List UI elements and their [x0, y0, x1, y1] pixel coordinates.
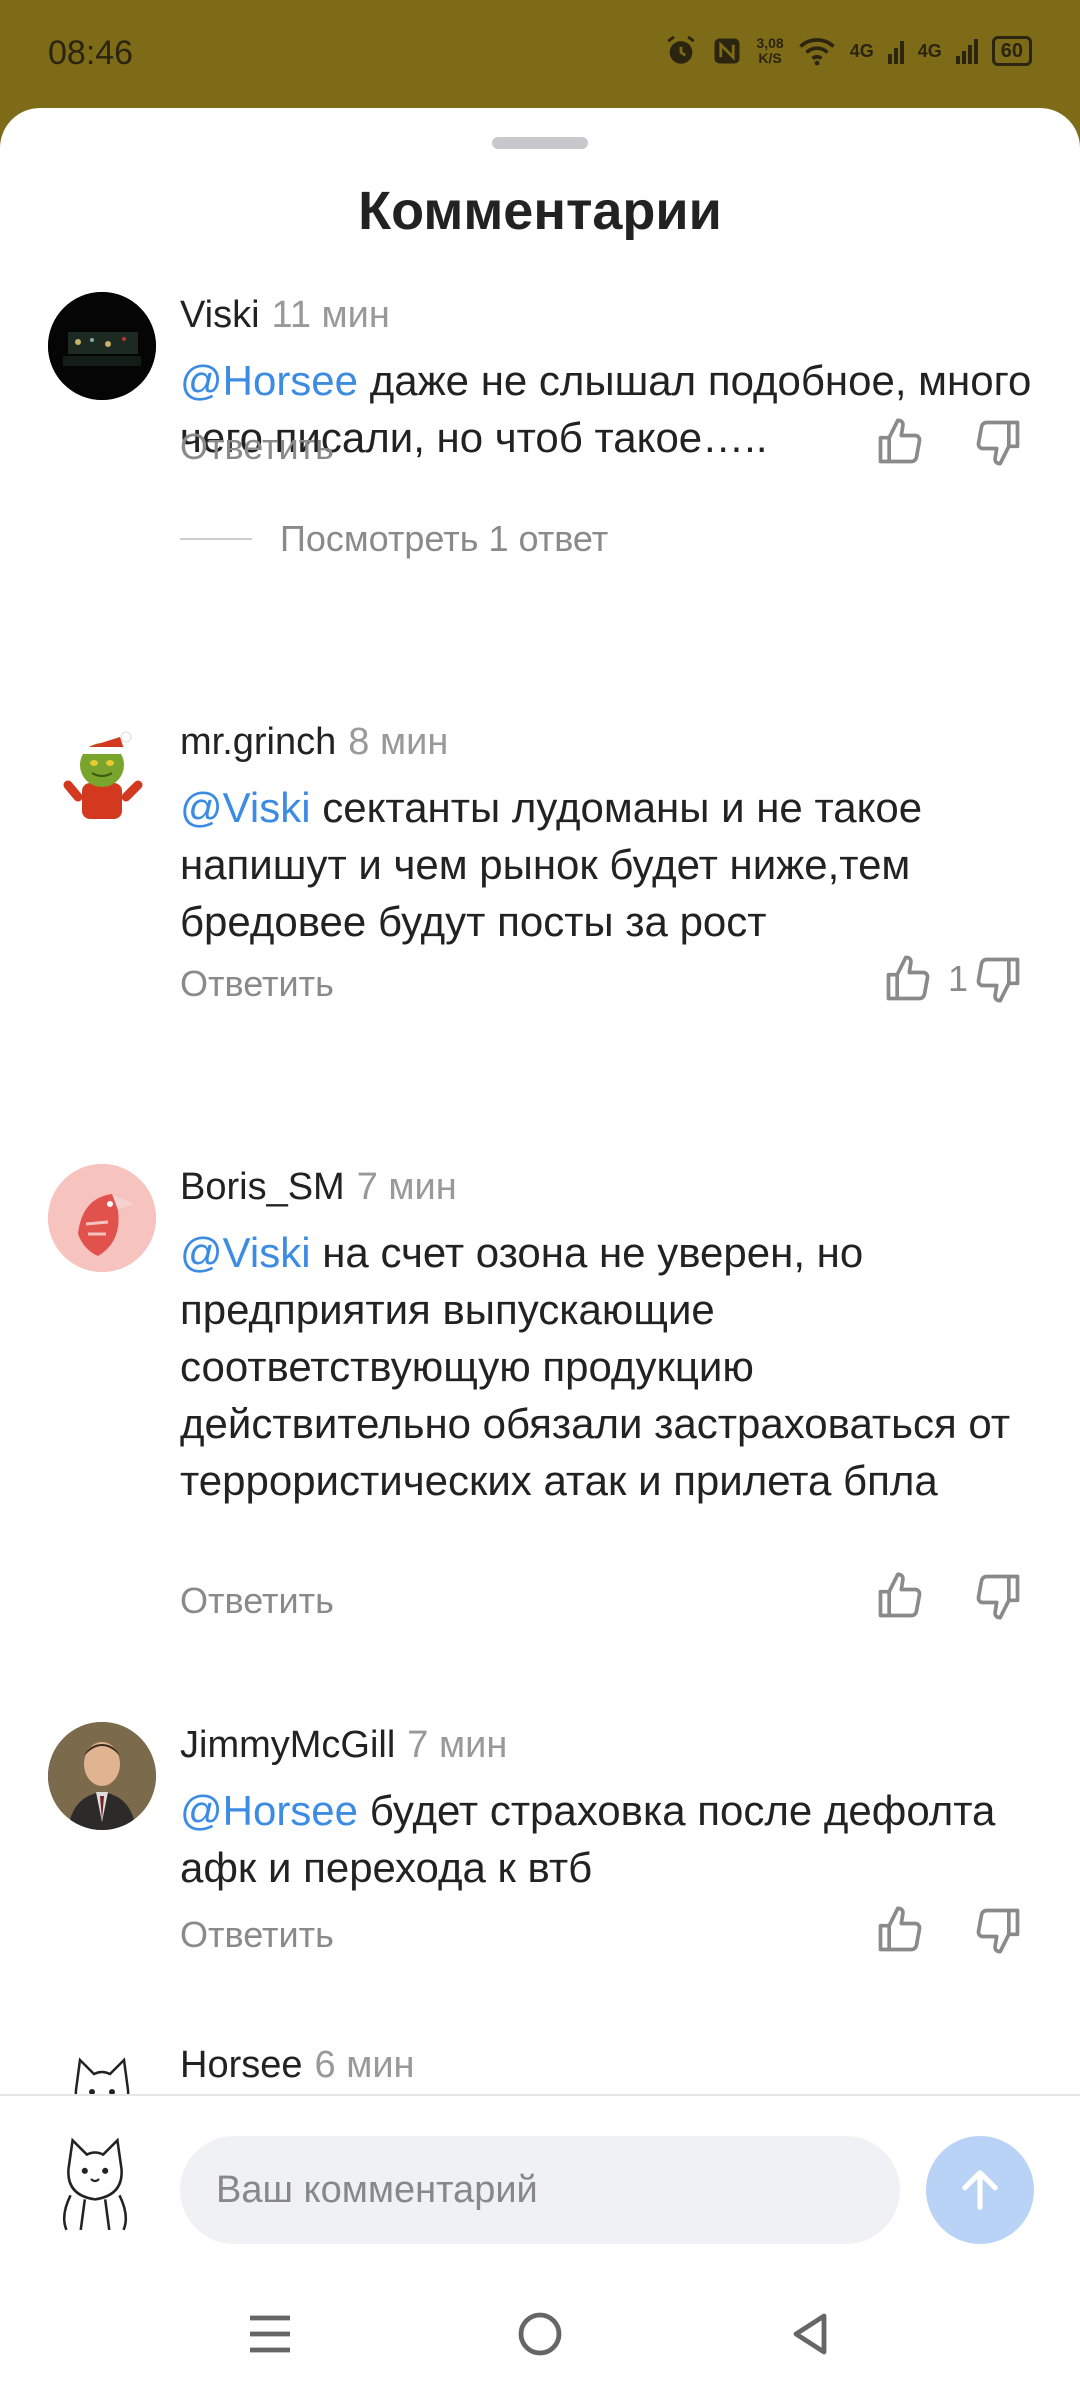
avatar[interactable]: [48, 719, 156, 827]
dislike-button[interactable]: [972, 1570, 1024, 1627]
like-count: 1: [947, 958, 968, 999]
like-button[interactable]: [874, 416, 940, 468]
comment-author[interactable]: Viski: [180, 294, 260, 336]
thumbs-up-icon: [878, 1572, 922, 1618]
nav-menu-button[interactable]: [230, 2294, 310, 2374]
show-replies-label: Посмотреть 1 ответ: [280, 518, 609, 559]
back-triangle-icon: [793, 2313, 827, 2355]
thumbs-down-icon: [976, 1908, 1020, 1954]
comment-mention[interactable]: @Viski: [180, 1229, 311, 1276]
reply-button[interactable]: Ответить: [180, 1580, 334, 1622]
comment-mention[interactable]: @Viski: [180, 784, 311, 831]
dislike-button[interactable]: [972, 416, 1024, 473]
net-speed-value: 3,08: [756, 35, 784, 51]
arrow-up-icon: [962, 2170, 998, 2210]
send-button[interactable]: [926, 2136, 1034, 2244]
thumbs-up-icon: [878, 1906, 922, 1952]
comment-text: @Viski сектанты лудоманы и не такое напи…: [180, 779, 1040, 950]
comment-header: mr.grinch 8 мин: [180, 721, 448, 764]
system-nav-bar: [0, 2264, 1080, 2400]
reply-button[interactable]: Ответить: [180, 426, 334, 468]
thumbs-down-icon: [976, 957, 1020, 1003]
net-speed: 3,08 K/S: [756, 36, 783, 66]
thumbs-down-icon: [976, 420, 1020, 466]
status-time: 08:46: [48, 34, 134, 72]
comment-input-bar: [0, 2094, 1080, 2264]
comment-text: @Viski на счет озона не уверен, но предп…: [180, 1224, 1040, 1509]
comment-time: 7 мин: [407, 1724, 508, 1766]
show-replies-button[interactable]: Посмотреть 1 ответ: [180, 518, 608, 560]
reply-button[interactable]: Ответить: [180, 1914, 334, 1956]
comment-author[interactable]: Horsee: [180, 2044, 303, 2086]
wifi-icon: [798, 38, 835, 66]
comment-header: Horsee 6 мин: [180, 2044, 415, 2087]
thumbs-down-icon: [976, 1574, 1020, 1620]
net-4g-2: 4G: [917, 40, 942, 61]
status-bar: 08:46 3,08 K/S 4G 4G 60: [0, 0, 1080, 110]
menu-icon: [250, 2315, 290, 2353]
comment-time: 11 мин: [271, 294, 390, 336]
net-speed-unit: K/S: [758, 50, 782, 66]
comment-author[interactable]: JimmyMcGill: [180, 1724, 395, 1766]
comment-author[interactable]: Boris_SM: [180, 1166, 345, 1208]
comment-time: 7 мин: [356, 1166, 457, 1208]
comment-text: @Horsee будет страховка после дефолта аф…: [180, 1782, 1040, 1896]
comments-sheet: Комментарии Viski 11 мин @Horsee даже не …: [0, 108, 1080, 2400]
avatar[interactable]: [48, 1164, 156, 1272]
divider: [180, 538, 252, 540]
sheet-title: Комментарии: [358, 181, 722, 241]
comment-mention[interactable]: @Horsee: [180, 357, 358, 404]
current-user-avatar: [40, 2124, 150, 2234]
home-circle-icon: [518, 2312, 562, 2356]
dislike-button[interactable]: [972, 953, 1024, 1010]
nav-back-button[interactable]: [770, 2294, 850, 2374]
comment-input[interactable]: [180, 2136, 900, 2244]
thumbs-up-icon: [886, 955, 930, 1001]
dislike-button[interactable]: [972, 1904, 1024, 1961]
like-button[interactable]: [874, 1570, 940, 1622]
comment-mention[interactable]: @Horsee: [180, 1787, 358, 1834]
comment-time: 6 мин: [314, 2044, 415, 2086]
nav-home-button[interactable]: [500, 2294, 580, 2374]
comment-time: 8 мин: [348, 721, 449, 763]
net-4g-1: 4G: [849, 40, 874, 61]
signal-icon-1: [887, 41, 904, 64]
avatar[interactable]: [48, 292, 156, 400]
comment-author[interactable]: mr.grinch: [180, 721, 336, 763]
sheet-drag-handle[interactable]: [492, 137, 588, 149]
like-button[interactable]: [874, 1904, 940, 1956]
thumbs-up-icon: [878, 418, 922, 464]
signal-icon-2: [955, 39, 978, 64]
comment-header: Viski 11 мин: [180, 294, 390, 337]
comments-list[interactable]: Viski 11 мин @Horsee даже не слышал подоб…: [0, 278, 1080, 2200]
comment-header: Boris_SM 7 мин: [180, 1166, 457, 1209]
status-icons: 3,08 K/S 4G 4G 60: [664, 34, 1032, 68]
nfc-icon: [714, 38, 740, 64]
comment-header: JimmyMcGill 7 мин: [180, 1724, 507, 1767]
alarm-icon: [667, 35, 696, 64]
avatar[interactable]: [48, 1722, 156, 1830]
battery-indicator: 60: [991, 36, 1032, 66]
like-button[interactable]: 1: [882, 953, 968, 1005]
reply-button[interactable]: Ответить: [180, 963, 334, 1005]
